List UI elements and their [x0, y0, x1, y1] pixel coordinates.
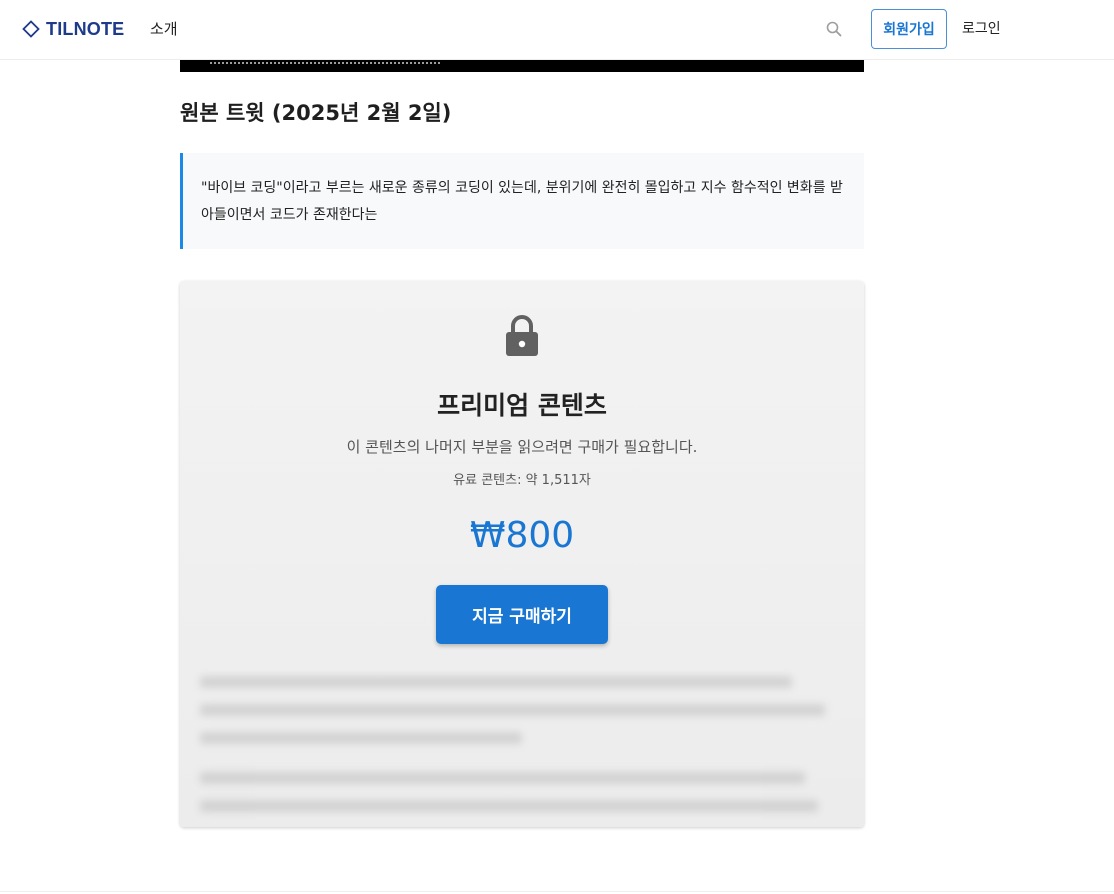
diamond-icon: [22, 20, 40, 38]
nav-intro-link[interactable]: 소개: [150, 18, 178, 39]
logo-text: TILNOTE: [46, 18, 125, 39]
tweet-quote: "바이브 코딩"이라고 부르는 새로운 종류의 코딩이 있는데, 분위기에 완전…: [180, 153, 864, 249]
article-image: [180, 60, 864, 72]
lock-icon: [506, 315, 538, 356]
login-link[interactable]: 로그인: [962, 18, 1001, 38]
premium-length: 유료 콘텐츠: 약 1,511자: [453, 473, 591, 488]
section-title: 원본 트윗 (2025년 2월 2일): [180, 101, 452, 125]
top-header: TILNOTE 소개 회원가입 로그인: [0, 0, 1114, 60]
search-icon[interactable]: [825, 20, 843, 38]
signup-button[interactable]: 회원가입: [871, 9, 947, 49]
price-label: ₩800: [469, 515, 575, 556]
buy-now-button[interactable]: 지금 구매하기: [436, 585, 608, 644]
site-logo[interactable]: TILNOTE: [22, 17, 124, 41]
image-fragment: [210, 60, 440, 64]
premium-paywall: 프리미엄 콘텐츠 이 콘텐츠의 나머지 부분을 읽으려면 구매가 필요합니다. …: [180, 281, 864, 827]
premium-description: 이 콘텐츠의 나머지 부분을 읽으려면 구매가 필요합니다.: [346, 438, 698, 456]
footer-divider: [0, 891, 1114, 892]
blurred-preview: [200, 676, 844, 816]
premium-title: 프리미엄 콘텐츠: [437, 391, 607, 420]
